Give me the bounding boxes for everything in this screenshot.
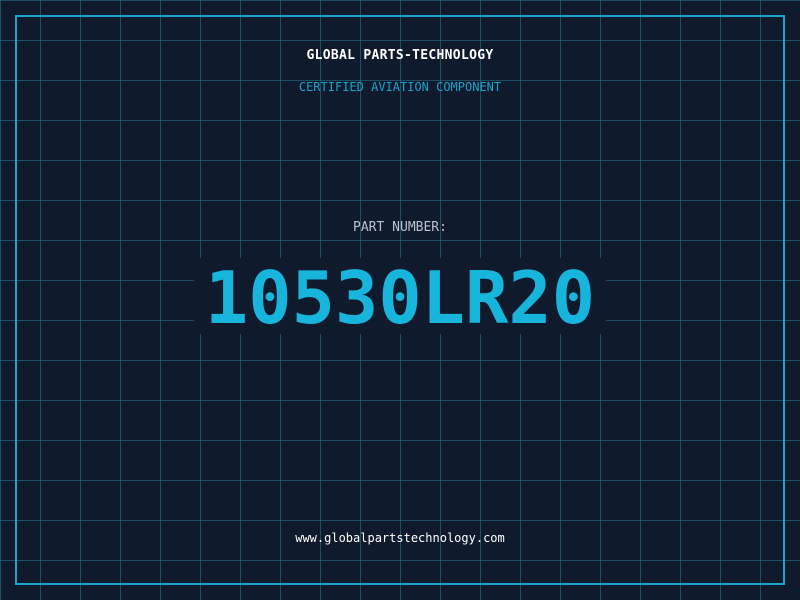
part-number-label: PART NUMBER:: [353, 220, 447, 235]
certification-subtitle: CERTIFIED AVIATION COMPONENT: [298, 80, 502, 94]
company-name: GLOBAL PARTS-TECHNOLOGY: [306, 48, 494, 63]
certificate-canvas: GLOBAL PARTS-TECHNOLOGY CERTIFIED AVIATI…: [0, 0, 800, 600]
website-url: www.globalpartstechnology.com: [295, 531, 505, 545]
part-number-value: 10530LR20: [204, 256, 596, 340]
